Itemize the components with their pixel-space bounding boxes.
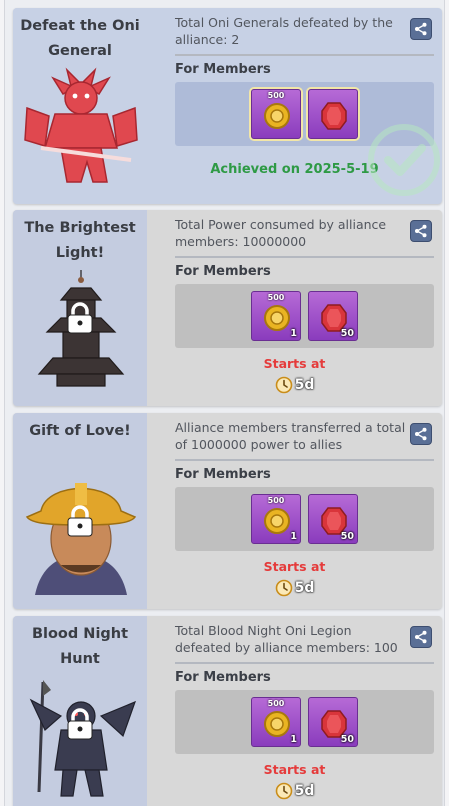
- achievement-art-panel: Gift of Love!: [13, 413, 147, 609]
- share-icon: [415, 630, 427, 644]
- red-gem-icon: [321, 102, 347, 130]
- reward-item[interactable]: 50: [308, 494, 358, 544]
- members-label: For Members: [175, 62, 271, 77]
- members-label: For Members: [175, 264, 271, 279]
- gold-coin-chest-icon: [264, 305, 290, 331]
- achievement-description: Alliance members transferred a total of …: [175, 420, 406, 452]
- lock-icon: [67, 708, 93, 740]
- reward-item[interactable]: 50: [308, 291, 358, 341]
- achievement-details: Total Power consumed by alliance members…: [147, 210, 442, 406]
- achievement-card: Gift of Love! Alliance members transferr…: [13, 413, 442, 609]
- gold-coin-chest-icon: [264, 711, 290, 737]
- achievement-description: Total Power consumed by alliance members…: [175, 217, 387, 249]
- divider: [175, 256, 434, 258]
- countdown: 5d: [147, 376, 442, 394]
- reward-item[interactable]: 500: [251, 89, 301, 139]
- share-icon: [415, 224, 427, 238]
- achievement-description: Total Oni Generals defeated by the allia…: [175, 15, 393, 47]
- achievement-description: Total Blood Night Oni Legion defeated by…: [175, 623, 398, 655]
- reward-item[interactable]: 500 1: [251, 291, 301, 341]
- clock-icon: [275, 782, 292, 800]
- share-button[interactable]: [410, 220, 432, 242]
- achievement-art-panel: Defeat the Oni General: [13, 8, 147, 204]
- checkmark-icon: [368, 124, 440, 196]
- gold-coin-chest-icon: [264, 103, 290, 129]
- starts-label: Starts at: [263, 762, 326, 777]
- achievements-panel: Defeat the Oni General Total Oni General…: [4, 0, 445, 806]
- share-button[interactable]: [410, 18, 432, 40]
- reward-item[interactable]: [308, 89, 358, 139]
- achievement-details: Total Blood Night Oni Legion defeated by…: [147, 616, 442, 806]
- lock-icon: [67, 302, 93, 334]
- achievement-details: Alliance members transferred a total of …: [147, 413, 442, 609]
- achievement-title: Gift of Love!: [29, 423, 131, 439]
- share-icon: [415, 427, 427, 441]
- countdown: 5d: [147, 579, 442, 597]
- achievement-title: Blood Night Hunt: [31, 626, 129, 667]
- achievement-card: Blood Night Hunt Total Blood Night Oni L…: [13, 616, 442, 806]
- clock-icon: [275, 579, 292, 597]
- achievement-card: Defeat the Oni General Total Oni General…: [13, 8, 442, 204]
- reward-box: 500 1 50: [175, 487, 434, 551]
- countdown-value: 5d: [294, 377, 315, 393]
- oni-general-icon: [24, 67, 138, 183]
- countdown: 5d: [147, 782, 442, 800]
- reward-box: 500 1 50: [175, 284, 434, 348]
- gold-coin-chest-icon: [264, 508, 290, 534]
- achievement-card: The Brightest Light! Total Power consume…: [13, 210, 442, 406]
- divider: [175, 459, 434, 461]
- divider: [175, 662, 434, 664]
- achievement-title: Defeat the Oni General: [20, 18, 140, 59]
- achievement-art-panel: The Brightest Light!: [13, 210, 147, 406]
- countdown-value: 5d: [294, 783, 315, 799]
- reward-box: 500 1 50: [175, 690, 434, 754]
- reward-item[interactable]: 500 1: [251, 697, 301, 747]
- starts-label: Starts at: [263, 559, 326, 574]
- starts-label: Starts at: [263, 356, 326, 371]
- reward-item[interactable]: 500 1: [251, 494, 301, 544]
- divider: [175, 54, 434, 56]
- share-button[interactable]: [410, 626, 432, 648]
- share-icon: [415, 22, 427, 36]
- achievement-details: Total Oni Generals defeated by the allia…: [147, 8, 442, 204]
- countdown-value: 5d: [294, 580, 315, 596]
- lock-icon: [67, 505, 93, 537]
- share-button[interactable]: [410, 423, 432, 445]
- members-label: For Members: [175, 670, 271, 685]
- reward-item[interactable]: 50: [308, 697, 358, 747]
- achievement-title: The Brightest Light!: [24, 220, 136, 261]
- achievement-art-panel: Blood Night Hunt: [13, 616, 147, 806]
- clock-icon: [275, 376, 292, 394]
- members-label: For Members: [175, 467, 271, 482]
